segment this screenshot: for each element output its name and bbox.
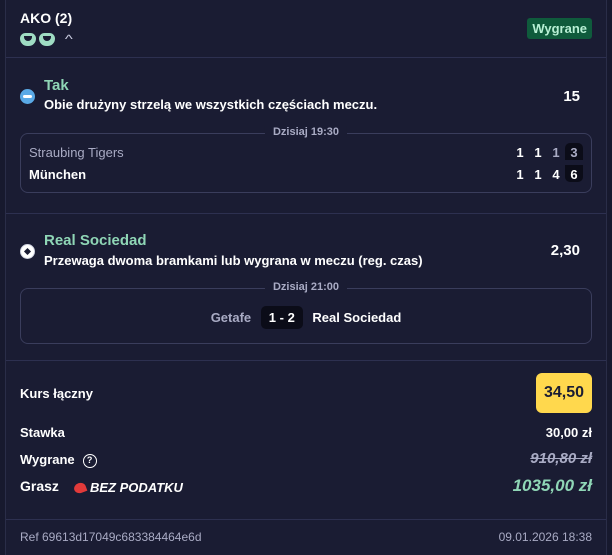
selection-odds: 2,30 xyxy=(550,242,580,259)
bet-date: 09.01.2026 18:38 xyxy=(498,530,592,544)
won-row-label: Wygrane? xyxy=(20,452,97,468)
total-odds-label: Kurs łączny xyxy=(20,386,93,401)
match-result: Getafe 1 - 2 Real Sociedad xyxy=(21,306,591,329)
selection-market: Przewaga dwoma bramkami lub wygrana w me… xyxy=(44,253,423,268)
selection-market: Obie drużyny strzelą we wszystkich częśc… xyxy=(44,97,378,112)
won-label: Wygrane xyxy=(20,452,75,467)
period-score: 1 xyxy=(516,167,524,182)
chevron-up-icon[interactable]: ^ xyxy=(65,32,73,46)
match-box[interactable]: Dzisiaj 19:30 Straubing Tigers 1 1 1 3 M… xyxy=(20,126,592,193)
period-score: 4 xyxy=(552,167,560,182)
hockey-icon xyxy=(20,89,35,104)
payout-value: 1035,00 zł xyxy=(512,476,592,495)
period-score: 1 xyxy=(552,145,560,160)
stake-label: Stawka xyxy=(20,425,65,440)
final-score: 6 xyxy=(565,165,583,182)
bet-slip-card: AKO (2) ^ Wygrane Tak Obie drużyny strze… xyxy=(5,0,607,555)
bet-type-title: AKO (2) xyxy=(20,10,73,26)
payout-label: Grasz xyxy=(20,478,59,494)
divider xyxy=(6,57,606,58)
stake-value: 30,00 zł xyxy=(545,425,592,440)
selection-1: Tak Obie drużyny strzelą we wszystkich c… xyxy=(20,75,592,205)
total-odds-value: 34,50 xyxy=(536,373,592,413)
footer: Ref 69613d17049c683384464e6d 09.01.2026 … xyxy=(20,530,592,544)
trophy-icon xyxy=(20,32,36,46)
divider xyxy=(6,213,606,214)
period-score: 1 xyxy=(516,145,524,160)
home-team-name: Getafe xyxy=(210,310,252,325)
bet-header: AKO (2) ^ Wygrane xyxy=(20,10,592,50)
away-team-name: Real Sociedad xyxy=(312,310,402,325)
final-score: 3 xyxy=(565,143,583,160)
divider xyxy=(6,360,606,361)
team-row-away: München 1 1 4 6 xyxy=(29,165,583,185)
promo-tag: BEZ PODATKU xyxy=(72,480,183,495)
selection-2: Real Sociedad Przewaga dwoma bramkami lu… xyxy=(20,231,592,351)
trophy-icon xyxy=(39,32,55,46)
match-time: Dzisiaj 21:00 xyxy=(264,281,348,293)
selection-odds: 15 xyxy=(563,88,580,105)
match-box[interactable]: Dzisiaj 21:00 Getafe 1 - 2 Real Sociedad xyxy=(20,281,592,344)
home-team-name: Straubing Tigers xyxy=(29,145,124,160)
divider xyxy=(6,519,606,520)
info-icon[interactable]: ? xyxy=(82,453,97,468)
football-icon xyxy=(20,244,35,259)
final-score: 1 - 2 xyxy=(260,306,303,329)
bet-reference: Ref 69613d17049c683384464e6d xyxy=(20,530,202,544)
selection-pick: Real Sociedad xyxy=(44,232,147,249)
period-score: 1 xyxy=(534,167,542,182)
away-team-name: München xyxy=(29,167,87,182)
status-badge: Wygrane xyxy=(527,18,592,39)
away-scores: 1 1 4 6 xyxy=(511,165,583,182)
promo-flag-icon xyxy=(72,480,88,495)
period-score: 1 xyxy=(534,145,542,160)
promo-text: BEZ PODATKU xyxy=(90,480,183,495)
team-row-home: Straubing Tigers 1 1 1 3 xyxy=(29,143,583,163)
home-scores: 1 1 1 3 xyxy=(511,143,583,160)
selection-pick: Tak xyxy=(44,77,69,94)
header-icons: ^ xyxy=(20,32,73,46)
won-amount: 910,80 zł xyxy=(530,450,592,467)
match-time: Dzisiaj 19:30 xyxy=(264,126,348,138)
